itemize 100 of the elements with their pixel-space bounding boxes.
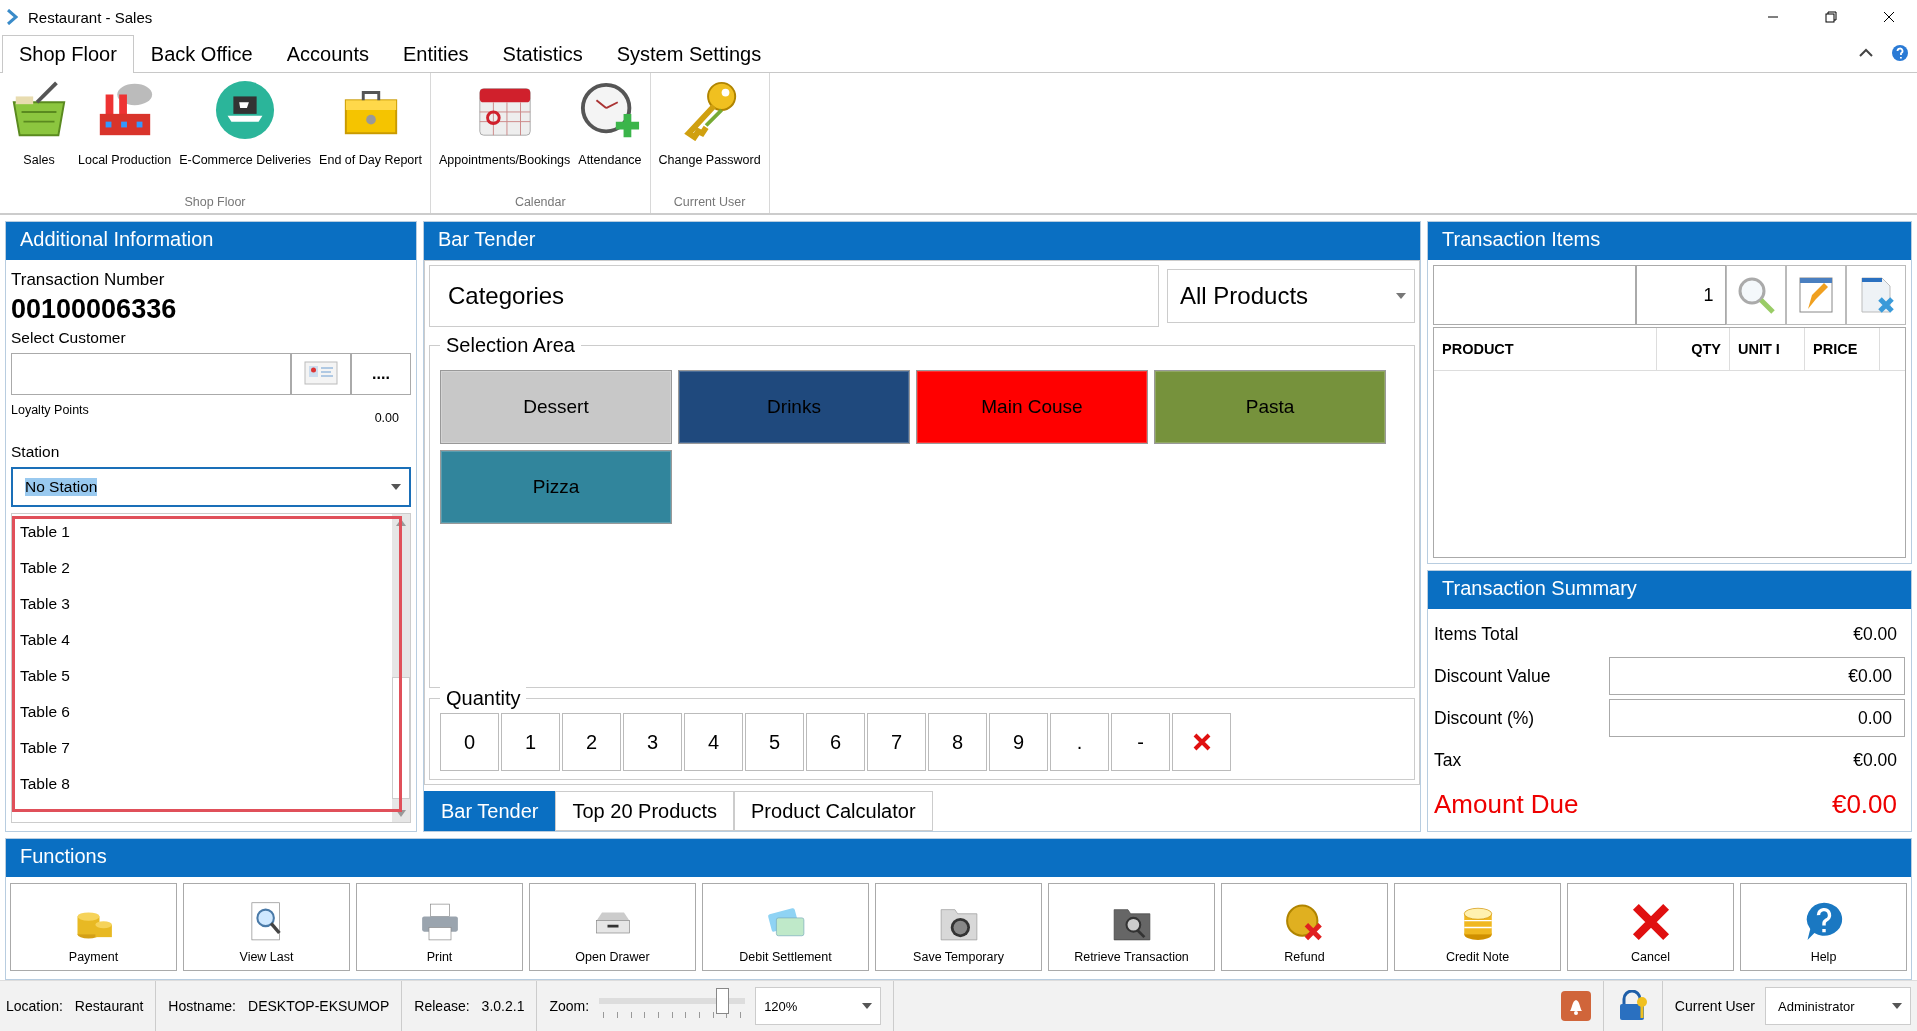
- keypad-key[interactable]: 0: [440, 713, 499, 771]
- station-list-item[interactable]: Table 5: [20, 662, 384, 698]
- function-button[interactable]: Credit Note: [1394, 883, 1561, 971]
- summary-value: €0.00: [1853, 623, 1897, 645]
- summary-label: Discount Value: [1434, 665, 1551, 687]
- keypad-key[interactable]: 5: [745, 713, 804, 771]
- scroll-down-arrow-icon[interactable]: [396, 810, 406, 818]
- station-list-item[interactable]: Table 3: [20, 590, 384, 626]
- station-list-item[interactable]: Table 2: [20, 554, 384, 590]
- function-button[interactable]: Debit Settlement: [702, 883, 869, 971]
- function-button[interactable]: Retrieve Transaction: [1048, 883, 1215, 971]
- keypad-key[interactable]: -: [1111, 713, 1170, 771]
- amount-due-label: Amount Due: [1434, 788, 1579, 820]
- location-value: Restaurant: [74, 998, 144, 1014]
- quantity-label: Quantity: [440, 687, 527, 710]
- zoom-label: Zoom:: [549, 998, 590, 1014]
- keypad-key[interactable]: 4: [684, 713, 743, 771]
- hostname-label: Hostname:: [168, 998, 236, 1014]
- column-header[interactable]: QTY: [1657, 328, 1730, 370]
- quantity-field[interactable]: 1: [1636, 265, 1727, 325]
- laptop-cart-icon: [214, 79, 277, 141]
- help-icon[interactable]: [1891, 44, 1909, 62]
- keypad-key[interactable]: 8: [928, 713, 987, 771]
- user-dropdown[interactable]: Administrator: [1765, 987, 1911, 1025]
- location-label: Location:: [6, 998, 63, 1014]
- station-list-item[interactable]: Table 8: [20, 770, 384, 806]
- function-button[interactable]: Save Temporary: [875, 883, 1042, 971]
- function-button[interactable]: Help: [1740, 883, 1907, 971]
- keypad-key[interactable]: 1: [501, 713, 560, 771]
- summary-field[interactable]: 0.00: [1609, 699, 1905, 737]
- function-button[interactable]: Print: [356, 883, 523, 971]
- dropdown-arrow-icon: [862, 1003, 873, 1009]
- view-tab[interactable]: Product Calculator: [734, 791, 933, 831]
- restore-icon[interactable]: [1825, 11, 1837, 23]
- collapse-caret-icon[interactable]: [1859, 48, 1873, 58]
- dropdown-arrow-icon: [391, 484, 401, 490]
- amount-due-value: €0.00: [1831, 788, 1897, 820]
- ribbon-button[interactable]: E-Commerce Deliveries: [175, 73, 316, 195]
- ribbon-tab[interactable]: Accounts: [269, 35, 386, 73]
- column-header[interactable]: UNIT I: [1730, 328, 1805, 370]
- ribbon-button[interactable]: Change Password: [654, 73, 765, 195]
- function-button[interactable]: Payment: [10, 883, 177, 971]
- keypad-key[interactable]: 2: [562, 713, 621, 771]
- column-header[interactable]: PRODUCT: [1434, 328, 1657, 370]
- clear-key[interactable]: [1172, 713, 1231, 771]
- zoom-dropdown[interactable]: 120%: [755, 987, 882, 1025]
- ribbon-button[interactable]: Local Production: [74, 73, 176, 195]
- product-code-field[interactable]: [1433, 265, 1637, 325]
- delete-button[interactable]: [1846, 265, 1906, 325]
- customer-card-button[interactable]: [291, 353, 351, 395]
- category-button[interactable]: Dessert: [440, 370, 672, 444]
- view-tab[interactable]: Top 20 Products: [555, 791, 734, 831]
- ribbon-button[interactable]: Sales: [4, 73, 74, 195]
- column-header[interactable]: PRICE: [1805, 328, 1880, 370]
- bell-icon[interactable]: [1560, 991, 1591, 1021]
- station-list-item[interactable]: Table 1: [20, 518, 384, 554]
- ribbon-tab[interactable]: Shop Floor: [2, 35, 134, 73]
- close-icon[interactable]: [1883, 11, 1895, 23]
- function-button[interactable]: Cancel: [1567, 883, 1734, 971]
- ribbon-button[interactable]: Attendance: [574, 73, 646, 195]
- keypad-key[interactable]: 7: [867, 713, 926, 771]
- search-button[interactable]: [1726, 265, 1787, 325]
- dropdown-arrow-icon: [1396, 293, 1406, 299]
- dropdown-arrow-icon: [1892, 1003, 1902, 1009]
- panel-header: Bar Tender: [424, 222, 1420, 260]
- station-dropdown[interactable]: No Station: [11, 467, 411, 507]
- customer-field[interactable]: [11, 353, 291, 395]
- summary-value: €0.00: [1853, 749, 1897, 771]
- loyalty-points-label: Loyalty Points: [11, 403, 89, 419]
- station-list-item[interactable]: Table 4: [20, 626, 384, 662]
- keypad-key[interactable]: 6: [806, 713, 865, 771]
- keypad-key[interactable]: 9: [989, 713, 1048, 771]
- edit-button[interactable]: [1786, 265, 1847, 325]
- ribbon-button[interactable]: End of Day Report: [315, 73, 426, 195]
- panel-header: Transaction Summary: [1428, 571, 1911, 609]
- transaction-number-label: Transaction Number: [11, 270, 166, 290]
- panel-header: Transaction Items: [1428, 222, 1911, 260]
- function-button[interactable]: Open Drawer: [529, 883, 696, 971]
- select-customer-label: Select Customer: [11, 329, 127, 347]
- category-button[interactable]: Main Couse: [916, 370, 1148, 444]
- product-filter-dropdown[interactable]: All Products: [1167, 269, 1415, 323]
- panel-header: Additional Information: [6, 222, 416, 260]
- ribbon-tab[interactable]: Back Office: [133, 35, 270, 73]
- keypad-key[interactable]: .: [1050, 713, 1109, 771]
- summary-label: Items Total: [1434, 623, 1519, 645]
- category-button[interactable]: Pasta: [1154, 370, 1386, 444]
- summary-field[interactable]: €0.00: [1609, 657, 1905, 695]
- more-button[interactable]: ....: [351, 353, 411, 395]
- ribbon-button[interactable]: Appointments/Bookings: [434, 73, 575, 195]
- keypad-key[interactable]: 3: [623, 713, 682, 771]
- ribbon-tab[interactable]: Entities: [386, 35, 486, 73]
- ribbon-tab[interactable]: Statistics: [485, 35, 600, 73]
- ribbon-tab[interactable]: System Settings: [599, 35, 779, 73]
- function-button[interactable]: Refund: [1221, 883, 1388, 971]
- station-list-item[interactable]: Table 7: [20, 734, 384, 770]
- view-tab[interactable]: Bar Tender: [424, 791, 556, 831]
- function-button[interactable]: View Last: [183, 883, 350, 971]
- category-button[interactable]: Pizza: [440, 450, 672, 524]
- station-list-item[interactable]: Table 6: [20, 698, 384, 734]
- scroll-up-arrow-icon[interactable]: [396, 518, 406, 526]
